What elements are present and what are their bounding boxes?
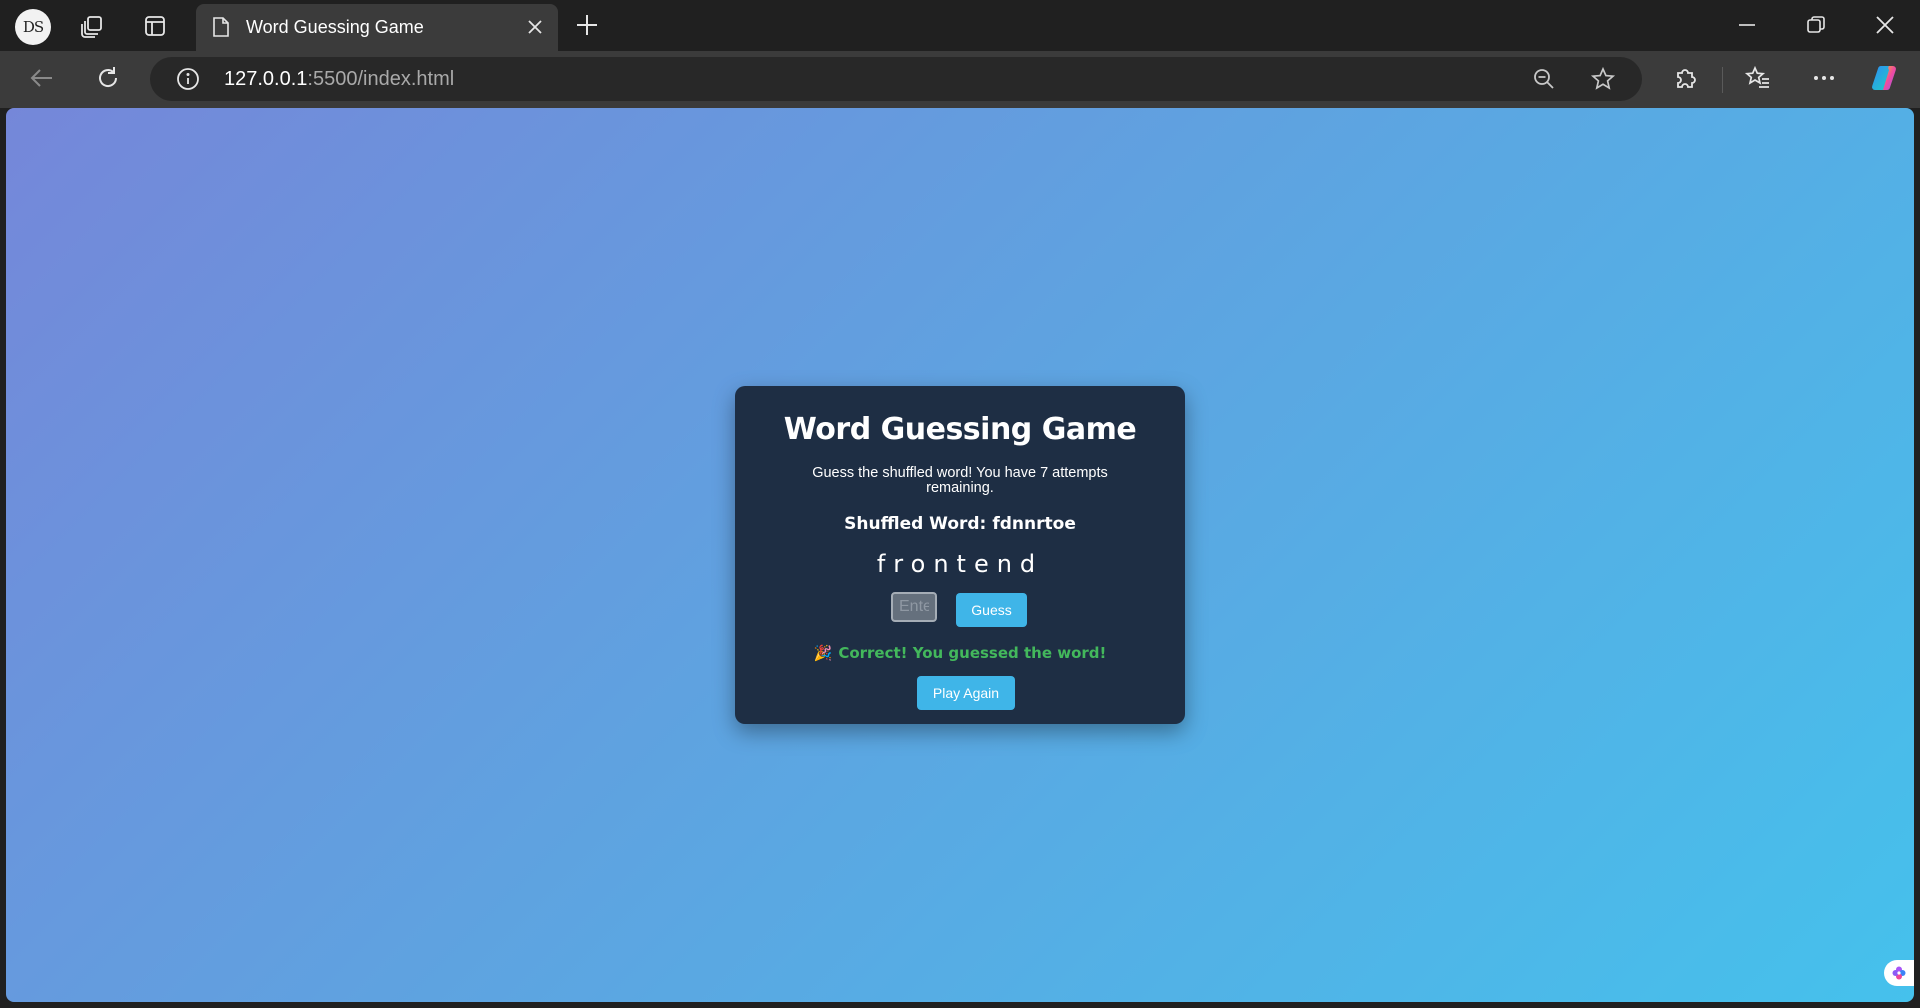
game-title: Word Guessing Game — [783, 412, 1137, 447]
workspaces-icon[interactable] — [78, 12, 106, 40]
extensions-icon[interactable] — [1672, 64, 1700, 97]
copilot-icon[interactable] — [1870, 62, 1902, 99]
more-options-icon[interactable] — [1810, 64, 1838, 97]
page-viewport: Word Guessing Game Guess the shuffled wo… — [6, 108, 1914, 1002]
profile-avatar[interactable]: DS — [15, 9, 51, 45]
shuffled-word-line: Shuffled Word: fdnnrtoe — [735, 514, 1185, 534]
revealed-word: frontend — [876, 550, 1044, 578]
guess-button[interactable]: Guess — [956, 593, 1027, 627]
minimize-icon[interactable] — [1736, 14, 1758, 41]
game-card: Word Guessing Game Guess the shuffled wo… — [735, 386, 1185, 724]
tab-title: Word Guessing Game — [246, 17, 424, 37]
shuffled-word: fdnnrtoe — [992, 514, 1076, 534]
zoom-out-icon[interactable] — [1532, 67, 1556, 96]
instructions-text: Guess the shuffled word! You have 7 atte… — [812, 465, 1108, 496]
close-tab-icon[interactable] — [526, 18, 544, 41]
restore-icon[interactable] — [1805, 14, 1827, 41]
active-tab[interactable]: Word Guessing Game — [196, 4, 558, 51]
favorite-star-icon[interactable] — [1590, 66, 1616, 97]
address-bar[interactable]: 127.0.0.1:5500/index.html — [150, 57, 1642, 101]
close-window-icon[interactable] — [1874, 14, 1896, 41]
widget-flower-icon — [1892, 966, 1906, 980]
party-emoji-icon: 🎉 — [813, 644, 833, 662]
new-tab-icon[interactable] — [574, 12, 600, 43]
site-info-icon[interactable] — [176, 67, 200, 96]
guess-input[interactable] — [891, 592, 937, 622]
url-text[interactable]: 127.0.0.1:5500/index.html — [224, 68, 454, 91]
browser-toolbar: 127.0.0.1:5500/index.html — [0, 51, 1920, 108]
play-again-button[interactable]: Play Again — [917, 676, 1015, 710]
result-message: 🎉 Correct! You guessed the word! — [735, 644, 1185, 662]
toolbar-divider — [1722, 67, 1723, 93]
page-icon — [212, 16, 230, 43]
browser-title-bar: DS Word Guessing Game — [0, 0, 1920, 51]
shuffled-word-label: Shuffled Word: — [844, 514, 987, 534]
back-icon[interactable] — [28, 64, 56, 97]
vertical-tabs-icon[interactable] — [141, 12, 169, 40]
result-message-text: Correct! You guessed the word! — [838, 644, 1107, 662]
favorites-icon[interactable] — [1744, 64, 1772, 97]
refresh-icon[interactable] — [94, 64, 122, 97]
sidebar-widget[interactable] — [1884, 960, 1914, 986]
